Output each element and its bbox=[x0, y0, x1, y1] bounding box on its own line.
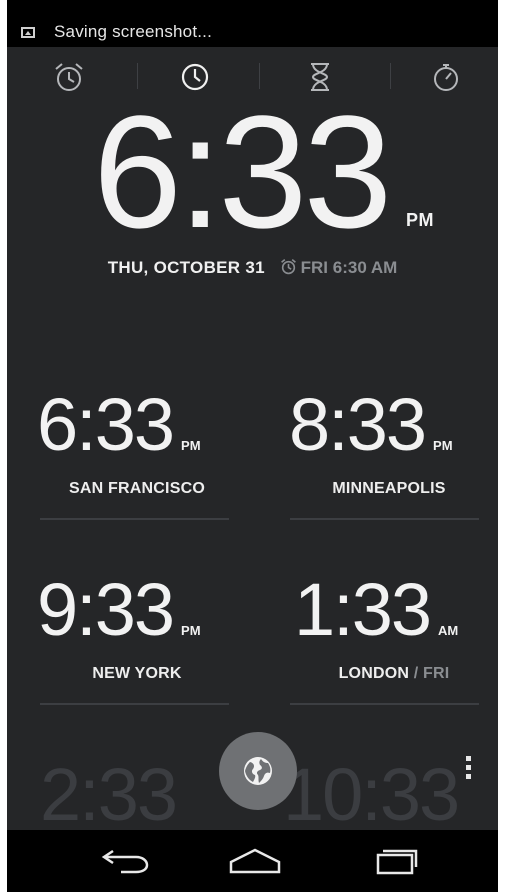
world-clock-ampm: PM bbox=[181, 623, 201, 638]
phone-screen: Saving screenshot... 6:33 PM THU, OCTOBE… bbox=[7, 0, 498, 892]
menu-dot bbox=[466, 765, 471, 770]
recents-button[interactable] bbox=[357, 840, 437, 882]
menu-dot bbox=[466, 756, 471, 761]
main-clock-time: 6:33 bbox=[93, 82, 392, 261]
world-clock-item[interactable]: 1:33 AM LONDON / FRI bbox=[290, 568, 494, 705]
alarm-clock-icon bbox=[55, 63, 83, 91]
next-alarm[interactable]: FRI 6:30 AM bbox=[280, 258, 398, 277]
city-name-text: SAN FRANCISCO bbox=[69, 480, 205, 497]
world-clock-time: 8:33 bbox=[289, 383, 427, 466]
home-icon bbox=[229, 848, 281, 874]
world-clock-ampm: AM bbox=[438, 623, 459, 638]
world-clock-item[interactable]: 9:33 PM NEW YORK bbox=[37, 568, 237, 705]
world-clock-city: LONDON / FRI bbox=[294, 665, 494, 683]
divider bbox=[40, 518, 229, 520]
alarm-clock-icon bbox=[280, 258, 296, 275]
tab-stopwatch[interactable] bbox=[416, 55, 476, 99]
divider bbox=[290, 518, 479, 520]
globe-icon bbox=[244, 757, 272, 785]
city-name-text: LONDON bbox=[338, 665, 410, 682]
divider bbox=[40, 703, 229, 705]
tab-alarm[interactable] bbox=[39, 55, 99, 99]
tab-divider bbox=[390, 63, 391, 89]
date-label: THU, OCTOBER 31 bbox=[107, 258, 265, 277]
world-clock-city: NEW YORK bbox=[37, 665, 237, 683]
cities-button[interactable] bbox=[219, 732, 297, 810]
status-notification-text: Saving screenshot... bbox=[54, 22, 213, 41]
stopwatch-icon bbox=[434, 64, 458, 91]
main-clock: 6:33 bbox=[93, 82, 392, 262]
image-notification-icon bbox=[21, 27, 35, 38]
date-row: THU, OCTOBER 31 FRI 6:30 AM bbox=[7, 258, 498, 278]
back-icon bbox=[101, 849, 149, 874]
status-bar: Saving screenshot... bbox=[7, 0, 498, 47]
world-clock-item[interactable]: 8:33 PM MINNEAPOLIS bbox=[289, 383, 489, 520]
main-clock-ampm: PM bbox=[406, 210, 434, 230]
menu-dot bbox=[466, 774, 471, 779]
overflow-menu-button[interactable] bbox=[466, 756, 474, 786]
city-day-text: / FRI bbox=[409, 665, 450, 682]
divider bbox=[290, 703, 479, 705]
world-clock-ampm: PM bbox=[181, 438, 201, 453]
world-clock-ampm: PM bbox=[433, 438, 453, 453]
navigation-bar bbox=[7, 830, 498, 892]
city-name-text: NEW YORK bbox=[92, 665, 182, 682]
world-clock-time-faded: 2:33 bbox=[40, 753, 178, 831]
home-button[interactable] bbox=[215, 840, 295, 882]
world-clock-city: SAN FRANCISCO bbox=[37, 480, 237, 498]
world-clock-item[interactable]: 6:33 PM SAN FRANCISCO bbox=[37, 383, 237, 520]
world-clock-time: 1:33 bbox=[294, 568, 432, 651]
world-clock-city: MINNEAPOLIS bbox=[289, 480, 489, 498]
back-button[interactable] bbox=[85, 840, 165, 882]
next-alarm-label: FRI 6:30 AM bbox=[300, 258, 398, 277]
recents-icon bbox=[376, 849, 418, 875]
world-clock-time-faded: 10:33 bbox=[283, 753, 460, 831]
world-clock-time: 9:33 bbox=[37, 568, 175, 651]
city-name-text: MINNEAPOLIS bbox=[332, 480, 446, 497]
world-clock-time: 6:33 bbox=[37, 383, 175, 466]
